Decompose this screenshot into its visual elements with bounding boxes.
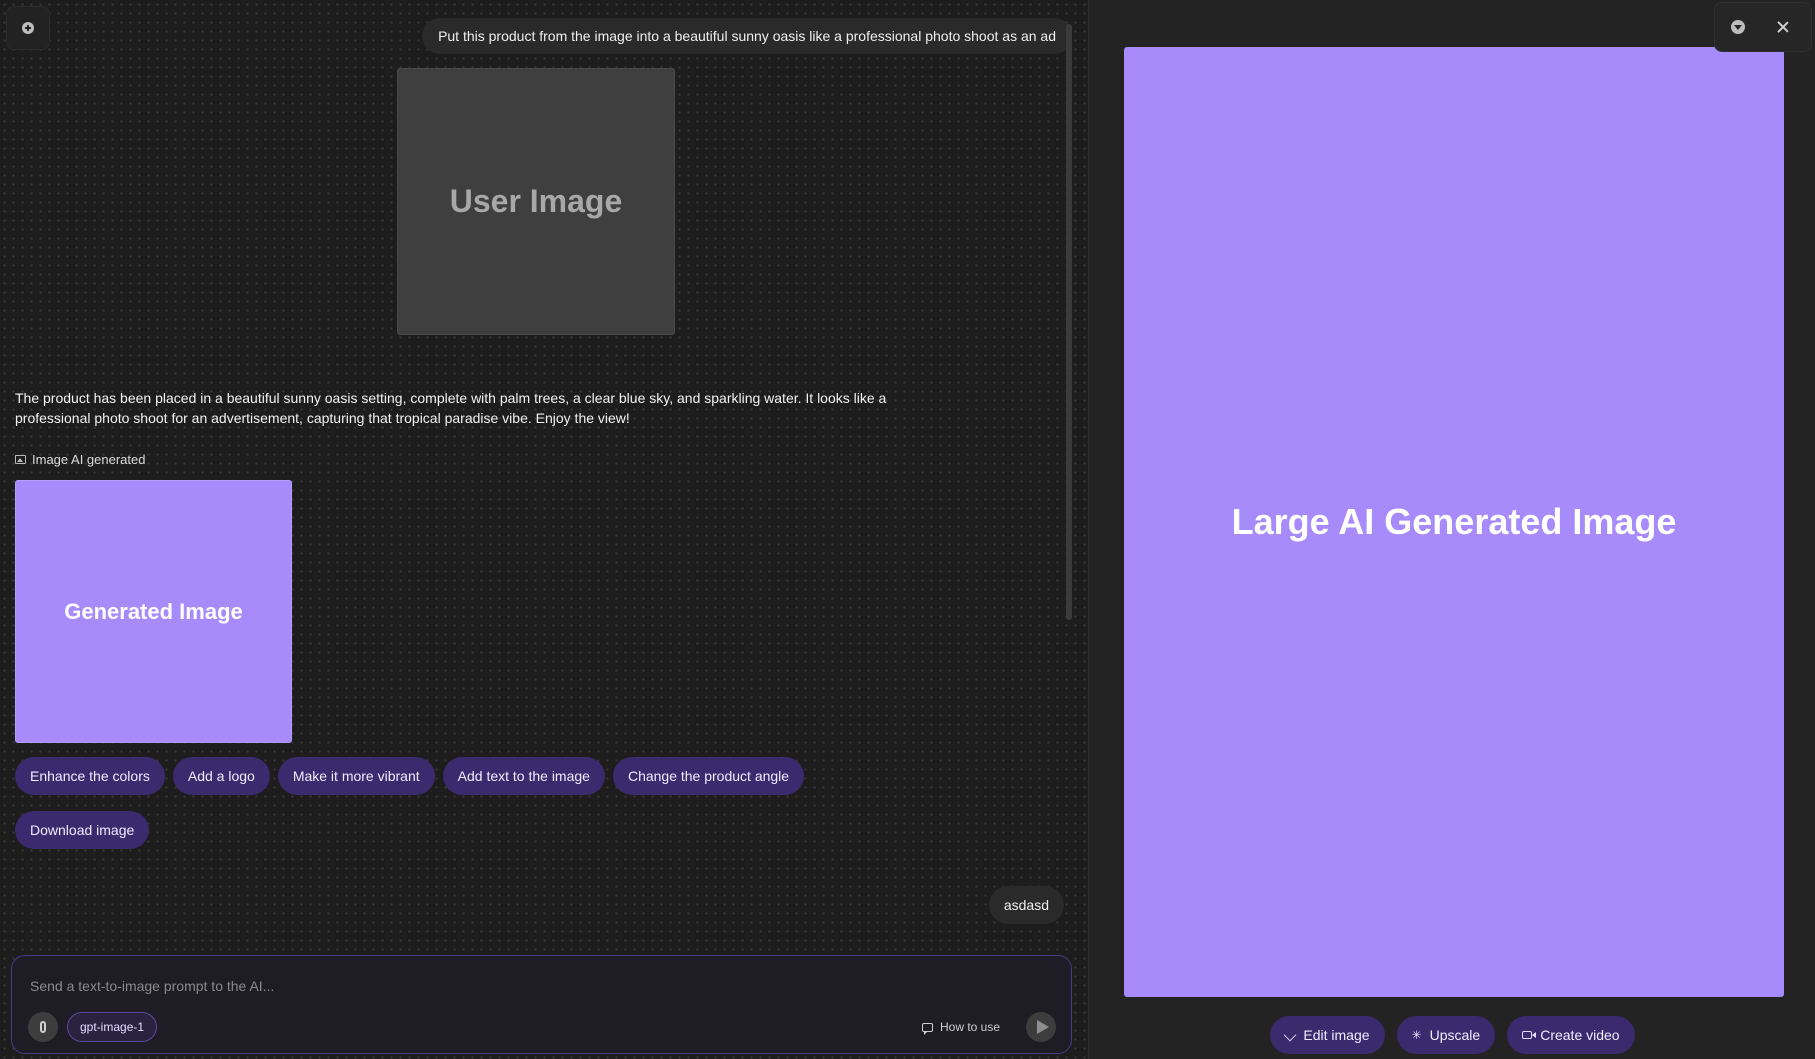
suggestion-add-logo[interactable]: Add a logo xyxy=(172,757,270,795)
edit-image-label: Edit image xyxy=(1303,1027,1370,1043)
preview-actions: Edit image ✳ Upscale Create video xyxy=(1089,1016,1815,1054)
user-image-label: User Image xyxy=(449,183,623,219)
close-icon[interactable] xyxy=(1775,19,1791,35)
download-image-button[interactable]: Download image xyxy=(15,811,150,849)
image-icon xyxy=(15,454,26,464)
prompt-input[interactable] xyxy=(30,974,930,998)
plus-circle-icon xyxy=(22,22,34,34)
send-icon xyxy=(1036,1020,1049,1034)
download-icon[interactable] xyxy=(1731,20,1745,34)
generated-label-text: Image AI generated xyxy=(32,451,146,467)
user-image[interactable]: User Image xyxy=(397,68,675,335)
how-to-use-label: How to use xyxy=(940,1020,1001,1034)
large-image-label: Large AI Generated Image xyxy=(1231,501,1677,542)
suggestion-enhance-colors[interactable]: Enhance the colors xyxy=(15,757,165,795)
user-message: Put this product from the image into a b… xyxy=(422,18,1072,54)
suggestion-add-text[interactable]: Add text to the image xyxy=(442,757,605,795)
chat-bubble-icon xyxy=(922,1022,933,1035)
model-selector[interactable]: gpt-image-1 xyxy=(67,1012,158,1042)
chat-pane: Put this product from the image into a b… xyxy=(0,0,1088,1059)
upscale-button[interactable]: ✳ Upscale xyxy=(1396,1016,1496,1054)
paperclip-icon xyxy=(40,1021,46,1033)
large-generated-image: Large AI Generated Image xyxy=(1124,47,1784,997)
how-to-use-link[interactable]: How to use xyxy=(922,1018,1000,1036)
new-chat-button[interactable] xyxy=(6,6,50,50)
suggestion-change-angle[interactable]: Change the product angle xyxy=(612,757,805,795)
preview-toolbar xyxy=(1714,2,1812,52)
edit-image-button[interactable]: Edit image xyxy=(1270,1016,1385,1054)
sparkle-icon: ✳ xyxy=(1411,1028,1422,1042)
pencil-icon xyxy=(1284,1028,1297,1042)
video-icon xyxy=(1522,1031,1537,1039)
ai-response: The product has been placed in a beautif… xyxy=(15,390,887,426)
attach-button[interactable] xyxy=(28,1012,58,1042)
preview-pane: Large AI Generated Image Edit image ✳ Up… xyxy=(1088,0,1815,1059)
generated-image-label: Generated Image xyxy=(64,598,243,624)
upscale-label: Upscale xyxy=(1429,1027,1481,1043)
create-video-button[interactable]: Create video xyxy=(1507,1016,1635,1054)
composer: gpt-image-1 How to use xyxy=(11,955,1072,1054)
chat-scrollbar[interactable] xyxy=(1066,24,1072,620)
create-video-label: Create video xyxy=(1540,1027,1620,1043)
generated-image[interactable]: Generated Image xyxy=(15,480,292,743)
send-button[interactable] xyxy=(1026,1012,1056,1042)
suggestion-chips: Enhance the colors Add a logo Make it mo… xyxy=(15,757,915,849)
user-message-2: asdasd xyxy=(988,886,1064,924)
suggestion-more-vibrant[interactable]: Make it more vibrant xyxy=(277,757,435,795)
generated-label: Image AI generated xyxy=(15,451,145,467)
